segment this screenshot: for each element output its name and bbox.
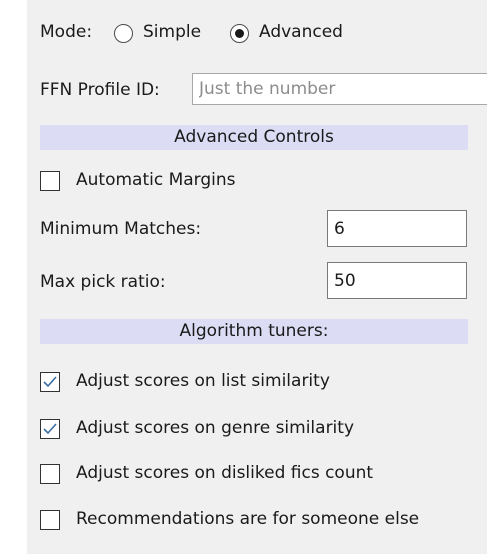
- genre-similarity-checkbox[interactable]: [40, 419, 60, 439]
- radio-simple[interactable]: [114, 24, 133, 43]
- minimum-matches-input[interactable]: [327, 210, 467, 247]
- disliked-fics-checkbox[interactable]: [40, 464, 60, 484]
- automatic-margins-label[interactable]: Automatic Margins: [76, 170, 236, 190]
- max-pick-ratio-label: Max pick ratio:: [40, 272, 166, 292]
- advanced-controls-header: Advanced Controls: [40, 125, 468, 150]
- mode-label: Mode:: [40, 22, 93, 42]
- profile-id-label: FFN Profile ID:: [40, 80, 160, 100]
- automatic-margins-checkbox[interactable]: [40, 171, 60, 191]
- radio-advanced[interactable]: [230, 24, 249, 43]
- minimum-matches-label: Minimum Matches:: [40, 219, 202, 239]
- profile-id-input[interactable]: [192, 73, 487, 105]
- someone-else-checkbox[interactable]: [40, 510, 60, 530]
- list-similarity-checkbox[interactable]: [40, 372, 60, 392]
- max-pick-ratio-input[interactable]: [327, 262, 467, 299]
- someone-else-label[interactable]: Recommendations are for someone else: [76, 509, 419, 529]
- disliked-fics-label[interactable]: Adjust scores on disliked fics count: [76, 463, 373, 483]
- radio-simple-label[interactable]: Simple: [143, 22, 201, 42]
- list-similarity-label[interactable]: Adjust scores on list similarity: [76, 371, 330, 391]
- genre-similarity-label[interactable]: Adjust scores on genre similarity: [76, 418, 354, 438]
- radio-advanced-label[interactable]: Advanced: [259, 22, 343, 42]
- algorithm-tuners-header: Algorithm tuners:: [40, 319, 468, 344]
